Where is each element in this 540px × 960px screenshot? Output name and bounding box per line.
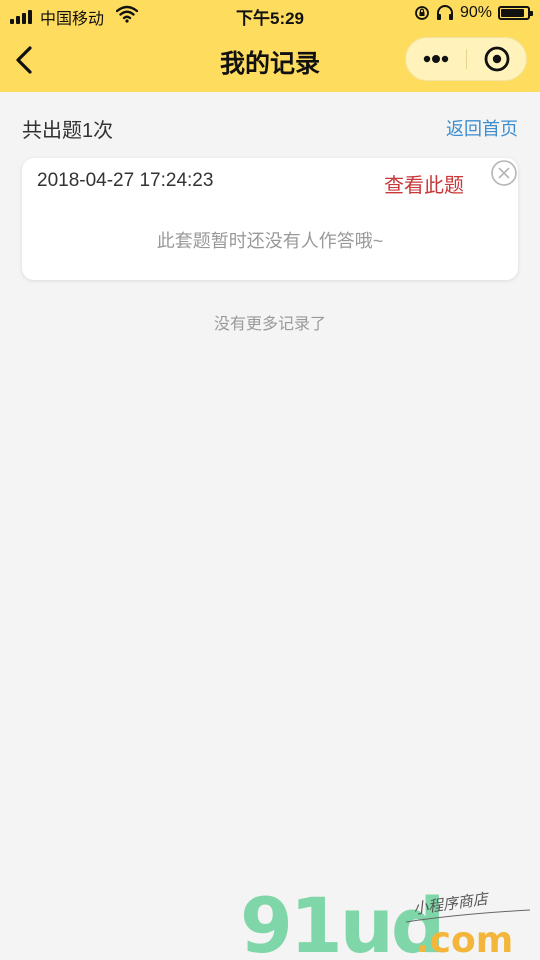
status-bar: 中国移动 下午5:29 90%: [0, 0, 540, 30]
header-bar: 中国移动 下午5:29 90% 我的记录: [0, 0, 540, 92]
no-more-records-label: 没有更多记录了: [213, 316, 326, 333]
more-button[interactable]: [406, 38, 466, 80]
status-right: 90%: [414, 4, 533, 22]
no-answers-note: 此套题暂时还没有人作答哦~: [156, 231, 384, 251]
delete-record-button[interactable]: [490, 159, 518, 187]
watermark-logo: 91ud .com 小程序商店: [240, 888, 531, 960]
record-card: 2018-04-27 17:24:23 查看此题 此套题暂时还没有人作答哦~: [22, 158, 518, 280]
mini-program-capsule: [405, 37, 527, 81]
total-count-label: 共出题1次: [22, 120, 114, 142]
record-timestamp: 2018-04-27 17:24:23: [37, 170, 214, 191]
watermark-domain-text: .com: [416, 920, 513, 960]
target-circle-icon: [484, 46, 510, 72]
battery-percent: 90%: [459, 4, 492, 21]
back-to-home-link[interactable]: 返回首页: [446, 115, 518, 141]
headphones-icon: [436, 5, 453, 20]
more-dots-icon: [423, 55, 449, 63]
summary-row: 共出题1次 返回首页: [22, 110, 518, 142]
orientation-lock-icon: [415, 6, 429, 20]
navigation-bar: 我的记录: [0, 30, 540, 92]
view-question-link[interactable]: 查看此题: [384, 169, 464, 198]
battery-fill: [501, 9, 525, 17]
close-mini-program-button[interactable]: [467, 38, 527, 80]
battery-icon: [498, 6, 533, 20]
watermark-logo-text: 91ud: [240, 888, 442, 960]
close-circle-icon: [491, 160, 517, 186]
